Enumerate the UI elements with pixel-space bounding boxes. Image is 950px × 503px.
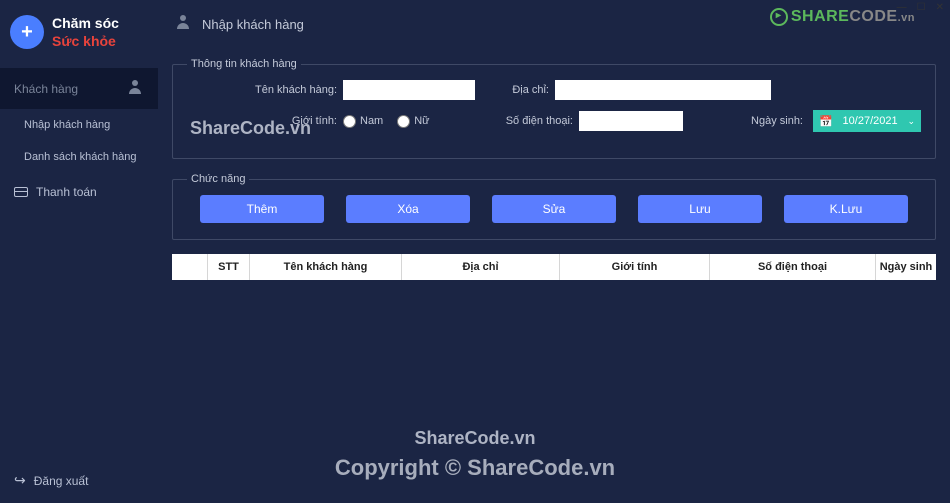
nosave-button[interactable]: K.Lưu: [784, 195, 908, 223]
customer-table: STT Tên khách hàng Địa chỉ Giới tính Số …: [172, 254, 936, 280]
sidebar-item-customer[interactable]: Khách hàng: [0, 68, 158, 109]
col-dob[interactable]: Ngày sinh: [876, 254, 936, 280]
watermark-mid1: ShareCode.vn: [190, 118, 311, 139]
address-label: Địa chỉ:: [497, 84, 549, 96]
customer-info-legend: Thông tin khách hàng: [187, 58, 301, 70]
customer-info-fieldset: Thông tin khách hàng Tên khách hàng: Địa…: [172, 58, 936, 159]
table-header-row: STT Tên khách hàng Địa chỉ Giới tính Số …: [172, 254, 936, 280]
main-content: Nhập khách hàng Thông tin khách hàng Tên…: [158, 0, 950, 503]
watermark-logo-top: SHARECODE.vn: [770, 8, 915, 26]
close-button[interactable]: ✕: [936, 2, 944, 13]
watermark-bottom: Copyright © ShareCode.vn: [335, 455, 615, 481]
name-input[interactable]: [343, 80, 475, 100]
chevron-down-icon: ⌄: [907, 116, 915, 127]
brand-line2: Sức khỏe: [52, 32, 119, 50]
logout-label: Đăng xuất: [34, 474, 89, 488]
col-address[interactable]: Địa chỉ: [402, 254, 560, 280]
name-label: Tên khách hàng:: [187, 84, 337, 96]
col-selector[interactable]: [172, 254, 208, 280]
col-gender[interactable]: Giới tính: [560, 254, 710, 280]
dob-datepicker[interactable]: 📅 10/27/2021 ⌄: [813, 110, 921, 132]
brand-line1: Chăm sóc: [52, 14, 119, 32]
gender-female-radio[interactable]: Nữ: [397, 115, 429, 128]
delete-button[interactable]: Xóa: [346, 195, 470, 223]
page-title: Nhập khách hàng: [202, 17, 304, 32]
actions-legend: Chức năng: [187, 173, 249, 185]
watermark-mid2: ShareCode.vn: [414, 428, 535, 449]
add-button[interactable]: Thêm: [200, 195, 324, 223]
save-button[interactable]: Lưu: [638, 195, 762, 223]
sidebar: + Chăm sóc Sức khỏe Khách hàng Nhập khác…: [0, 0, 158, 503]
dob-label: Ngày sinh:: [741, 115, 803, 127]
sidebar-item-label: Thanh toán: [36, 185, 97, 199]
people-icon: [128, 80, 144, 97]
add-user-icon: [176, 15, 192, 34]
sidebar-sub-list-customer[interactable]: Danh sách khách hàng: [0, 141, 158, 173]
card-icon: [14, 187, 28, 197]
phone-input[interactable]: [579, 111, 683, 131]
sidebar-item-label: Khách hàng: [14, 82, 78, 96]
logout-icon: ↪: [14, 472, 26, 489]
calendar-icon: 📅: [819, 115, 833, 128]
brand-icon: +: [10, 15, 44, 49]
col-name[interactable]: Tên khách hàng: [250, 254, 402, 280]
col-stt[interactable]: STT: [208, 254, 250, 280]
sidebar-item-payment[interactable]: Thanh toán: [0, 173, 158, 211]
col-phone[interactable]: Số điện thoại: [710, 254, 876, 280]
dob-value: 10/27/2021: [843, 115, 898, 127]
address-input[interactable]: [555, 80, 771, 100]
brand: + Chăm sóc Sức khỏe: [0, 0, 158, 68]
sidebar-sub-input-customer[interactable]: Nhập khách hàng: [0, 109, 158, 141]
actions-fieldset: Chức năng Thêm Xóa Sửa Lưu K.Lưu: [172, 173, 936, 240]
maximize-button[interactable]: ☐: [917, 2, 926, 13]
gender-male-radio[interactable]: Nam: [343, 115, 383, 128]
phone-label: Số điện thoại:: [497, 115, 573, 127]
minimize-button[interactable]: —: [897, 2, 907, 13]
edit-button[interactable]: Sửa: [492, 195, 616, 223]
logout-button[interactable]: ↪ Đăng xuất: [14, 472, 88, 489]
